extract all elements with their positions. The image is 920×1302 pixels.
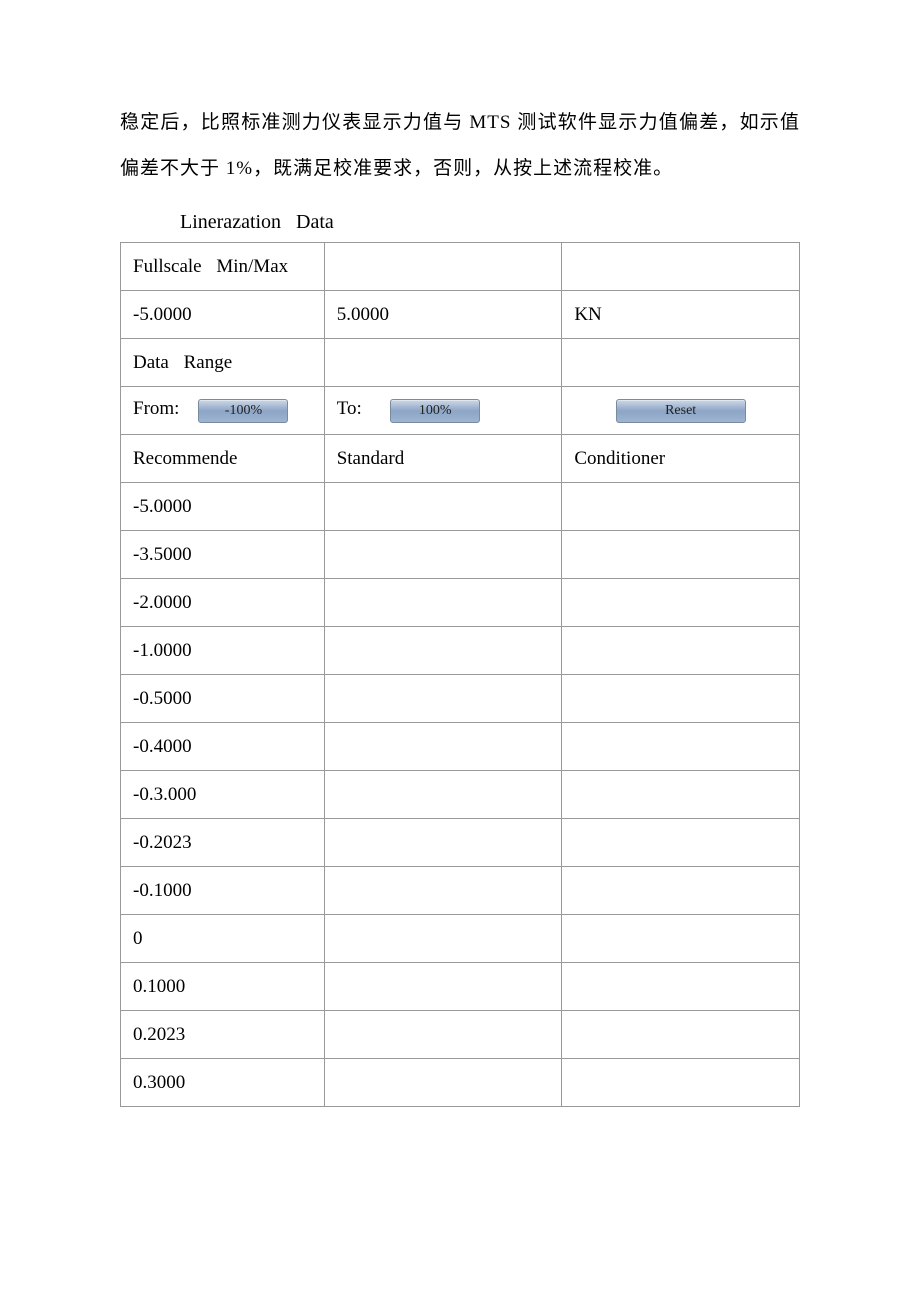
empty-cell bbox=[324, 915, 562, 963]
value-cell: -0.1000 bbox=[121, 867, 325, 915]
empty-cell bbox=[324, 771, 562, 819]
empty-cell bbox=[562, 531, 800, 579]
to-label: To: bbox=[337, 398, 362, 419]
fullscale-max: 5.0000 bbox=[324, 291, 562, 339]
value-cell: 0.3000 bbox=[121, 1059, 325, 1107]
from-label: From: bbox=[133, 398, 179, 419]
empty-cell bbox=[324, 243, 562, 291]
empty-cell bbox=[562, 627, 800, 675]
table-row: -5.0000 bbox=[121, 483, 800, 531]
empty-cell bbox=[562, 771, 800, 819]
empty-cell bbox=[562, 963, 800, 1011]
table-row: Recommende Standard Conditioner bbox=[121, 435, 800, 483]
linearization-table: Fullscale Min/Max -5.0000 5.0000 KN Data… bbox=[120, 242, 800, 1107]
table-row: -2.0000 bbox=[121, 579, 800, 627]
fullscale-min: -5.0000 bbox=[121, 291, 325, 339]
empty-cell bbox=[324, 531, 562, 579]
empty-cell bbox=[562, 675, 800, 723]
empty-cell bbox=[324, 579, 562, 627]
table-row: -0.1000 bbox=[121, 867, 800, 915]
empty-cell bbox=[562, 243, 800, 291]
table-row: 0 bbox=[121, 915, 800, 963]
table-row: 0.3000 bbox=[121, 1059, 800, 1107]
intro-paragraph: 稳定后，比照标准测力仪表显示力值与 MTS 测试软件显示力值偏差，如示值偏差不大… bbox=[120, 100, 800, 191]
value-cell: -0.3.000 bbox=[121, 771, 325, 819]
table-row: -5.0000 5.0000 KN bbox=[121, 291, 800, 339]
to-percent-button[interactable]: 100% bbox=[390, 399, 480, 423]
empty-cell bbox=[324, 723, 562, 771]
table-row: -1.0000 bbox=[121, 627, 800, 675]
table-row: -0.2023 bbox=[121, 819, 800, 867]
empty-cell bbox=[562, 1011, 800, 1059]
empty-cell bbox=[562, 723, 800, 771]
empty-cell bbox=[324, 483, 562, 531]
table-row: 0.2023 bbox=[121, 1011, 800, 1059]
value-cell: 0.2023 bbox=[121, 1011, 325, 1059]
value-cell: -0.4000 bbox=[121, 723, 325, 771]
empty-cell bbox=[324, 627, 562, 675]
empty-cell bbox=[562, 339, 800, 387]
from-percent-button[interactable]: -100% bbox=[198, 399, 288, 423]
empty-cell bbox=[562, 1059, 800, 1107]
header-conditioner: Conditioner bbox=[562, 435, 800, 483]
reset-button[interactable]: Reset bbox=[616, 399, 746, 423]
value-cell: -1.0000 bbox=[121, 627, 325, 675]
empty-cell bbox=[324, 1059, 562, 1107]
table-row: Fullscale Min/Max bbox=[121, 243, 800, 291]
value-cell: -0.5000 bbox=[121, 675, 325, 723]
empty-cell bbox=[562, 579, 800, 627]
empty-cell bbox=[324, 675, 562, 723]
empty-cell bbox=[324, 819, 562, 867]
header-recommende: Recommende bbox=[121, 435, 325, 483]
fullscale-label: Fullscale Min/Max bbox=[121, 243, 325, 291]
header-standard: Standard bbox=[324, 435, 562, 483]
reset-cell: Reset bbox=[562, 387, 800, 435]
value-cell: 0.1000 bbox=[121, 963, 325, 1011]
value-cell: -3.5000 bbox=[121, 531, 325, 579]
to-cell: To: 100% bbox=[324, 387, 562, 435]
value-cell: 0 bbox=[121, 915, 325, 963]
datarange-label: Data Range bbox=[121, 339, 325, 387]
from-cell: From: -100% bbox=[121, 387, 325, 435]
empty-cell bbox=[324, 963, 562, 1011]
table-row: -0.3.000 bbox=[121, 771, 800, 819]
value-cell: -2.0000 bbox=[121, 579, 325, 627]
empty-cell bbox=[562, 819, 800, 867]
value-cell: -5.0000 bbox=[121, 483, 325, 531]
table-row: -0.5000 bbox=[121, 675, 800, 723]
empty-cell bbox=[562, 915, 800, 963]
table-row: From: -100% To: 100% Reset bbox=[121, 387, 800, 435]
empty-cell bbox=[562, 867, 800, 915]
value-cell: -0.2023 bbox=[121, 819, 325, 867]
table-row: 0.1000 bbox=[121, 963, 800, 1011]
table-row: Data Range bbox=[121, 339, 800, 387]
empty-cell bbox=[324, 867, 562, 915]
empty-cell bbox=[324, 339, 562, 387]
empty-cell bbox=[562, 483, 800, 531]
table-row: -0.4000 bbox=[121, 723, 800, 771]
fullscale-unit: KN bbox=[562, 291, 800, 339]
empty-cell bbox=[324, 1011, 562, 1059]
section-title: Linerazation Data bbox=[180, 211, 800, 234]
table-row: -3.5000 bbox=[121, 531, 800, 579]
